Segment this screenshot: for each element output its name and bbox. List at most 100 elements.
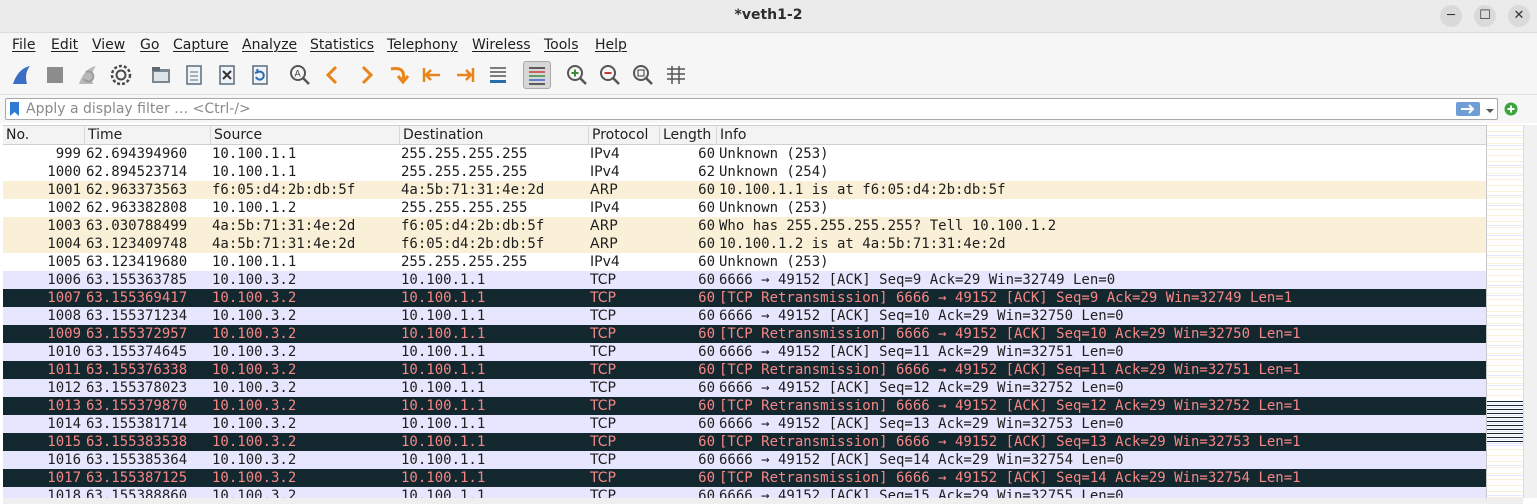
go-forward-icon[interactable] bbox=[352, 61, 380, 89]
vertical-scrollbar[interactable] bbox=[1523, 125, 1537, 498]
packet-row[interactable]: 1013 63.155379870 10.100.3.2 10.100.1.1 TCP 6… bbox=[3, 397, 1486, 415]
packet-info: Unknown (253) bbox=[719, 200, 829, 216]
packet-row[interactable]: 1015 63.155383538 10.100.3.2 10.100.1.1 TCP 6… bbox=[3, 433, 1486, 451]
horizontal-scrollbar[interactable] bbox=[3, 498, 1523, 504]
last-packet-icon[interactable] bbox=[451, 61, 479, 89]
apply-filter-arrow-icon[interactable] bbox=[1456, 102, 1480, 116]
packet-row[interactable]: 1005 63.123419680 10.100.1.1 255.255.255.25… bbox=[3, 253, 1486, 271]
packet-row[interactable]: 1018 63.155388860 10.100.3.2 10.100.1.1 TCP 6… bbox=[3, 487, 1486, 498]
packet-row[interactable]: 1002 62.963382808 10.100.1.2 255.255.255.25… bbox=[3, 199, 1486, 217]
normal-size-icon[interactable] bbox=[629, 61, 657, 89]
packet-time: 63.155388860 bbox=[86, 488, 188, 498]
minimap-stripe bbox=[1487, 485, 1523, 486]
add-filter-button-icon[interactable] bbox=[1504, 102, 1518, 116]
packet-row[interactable]: 1017 63.155387125 10.100.3.2 10.100.1.1 TCP 6… bbox=[3, 469, 1486, 487]
zoom-in-icon[interactable] bbox=[563, 61, 591, 89]
open-folder-icon[interactable] bbox=[147, 61, 175, 89]
menu-view[interactable]: View bbox=[92, 37, 125, 53]
minimap-stripe bbox=[1487, 409, 1523, 410]
packet-row[interactable]: 1006 63.155363785 10.100.3.2 10.100.1.1 TCP 6… bbox=[3, 271, 1486, 289]
shark-fin-start-icon[interactable] bbox=[8, 61, 36, 89]
close-button[interactable]: ✕ bbox=[1508, 5, 1530, 27]
menu-help[interactable]: Help bbox=[595, 37, 627, 53]
stop-square-icon[interactable] bbox=[41, 61, 69, 89]
minimap-stripe bbox=[1487, 281, 1523, 282]
packet-row[interactable]: 1011 63.155376338 10.100.3.2 10.100.1.1 TCP 6… bbox=[3, 361, 1486, 379]
minimap-stripe bbox=[1487, 375, 1523, 376]
minimap-stripe bbox=[1487, 353, 1523, 354]
packet-row[interactable]: 1001 62.963373563 f6:05:d4:2b:db:5f 4a:5b:7… bbox=[3, 181, 1486, 199]
menu-edit[interactable]: Edit bbox=[51, 37, 78, 53]
minimap-stripe bbox=[1487, 363, 1523, 364]
minimap-stripe bbox=[1487, 411, 1523, 412]
packet-row[interactable]: 1000 62.894523714 10.100.1.1 255.255.255.25… bbox=[3, 163, 1486, 181]
capture-options-gear-icon[interactable] bbox=[107, 61, 135, 89]
menu-statistics[interactable]: Statistics bbox=[310, 37, 374, 53]
minimap-stripe bbox=[1487, 335, 1523, 336]
packet-minimap[interactable] bbox=[1486, 125, 1523, 498]
packet-info: [TCP Retransmission] 6666 → 49152 [ACK] … bbox=[719, 470, 1301, 486]
find-packet-icon[interactable]: A bbox=[286, 61, 314, 89]
restart-fin-icon[interactable] bbox=[74, 61, 102, 89]
minimap-stripe bbox=[1487, 459, 1523, 460]
colorize-icon[interactable] bbox=[523, 61, 551, 89]
packet-row[interactable]: 1010 63.155374645 10.100.3.2 10.100.1.1 TCP 6… bbox=[3, 343, 1486, 361]
menu-analyze[interactable]: Analyze bbox=[242, 37, 297, 53]
packet-length: 60 bbox=[698, 416, 715, 432]
packet-time: 63.155371234 bbox=[86, 308, 188, 324]
packet-row[interactable]: 1012 63.155378023 10.100.3.2 10.100.1.1 TCP 6… bbox=[3, 379, 1486, 397]
menu-bar: File Edit View Go Capture Analyze Statis… bbox=[0, 33, 1537, 57]
minimap-stripe bbox=[1487, 403, 1523, 404]
go-to-packet-icon[interactable] bbox=[385, 61, 413, 89]
minimap-stripe bbox=[1487, 377, 1523, 378]
minimap-stripe bbox=[1487, 457, 1523, 458]
filter-history-dropdown-icon[interactable] bbox=[1485, 104, 1495, 114]
minimap-stripe bbox=[1487, 275, 1523, 276]
column-header-info[interactable]: Info bbox=[717, 126, 1486, 145]
minimap-stripe bbox=[1487, 389, 1523, 390]
packet-row[interactable]: 999 62.694394960 10.100.1.1 255.255.255.255… bbox=[3, 145, 1486, 163]
column-header-protocol[interactable]: Protocol bbox=[589, 126, 660, 145]
save-file-icon[interactable] bbox=[180, 61, 208, 89]
zoom-out-icon[interactable] bbox=[596, 61, 624, 89]
column-header-length[interactable]: Length bbox=[660, 126, 717, 145]
menu-telephony[interactable]: Telephony bbox=[387, 37, 458, 53]
packet-time: 63.155378023 bbox=[86, 380, 188, 396]
maximize-button[interactable]: ☐ bbox=[1474, 5, 1496, 27]
packet-row[interactable]: 1014 63.155381714 10.100.3.2 10.100.1.1 TCP 6… bbox=[3, 415, 1486, 433]
packet-row[interactable]: 1004 63.123409748 4a:5b:71:31:4e:2d f6:05:d… bbox=[3, 235, 1486, 253]
column-header-destination[interactable]: Destination bbox=[400, 126, 589, 145]
minimap-stripe bbox=[1487, 295, 1523, 296]
column-header-source[interactable]: Source bbox=[211, 126, 400, 145]
menu-tools[interactable]: Tools bbox=[544, 37, 579, 53]
menu-wireless[interactable]: Wireless bbox=[472, 37, 531, 53]
minimap-stripe bbox=[1487, 481, 1523, 482]
autoscroll-icon[interactable] bbox=[484, 61, 512, 89]
minimap-stripe bbox=[1487, 431, 1523, 432]
packet-destination: 10.100.1.1 bbox=[401, 488, 486, 498]
go-back-icon[interactable] bbox=[319, 61, 347, 89]
packet-destination: 10.100.1.1 bbox=[401, 380, 486, 396]
reload-icon[interactable] bbox=[246, 61, 274, 89]
close-file-icon[interactable] bbox=[213, 61, 241, 89]
column-header-no[interactable]: No. bbox=[3, 126, 85, 145]
minimize-button[interactable]: ─ bbox=[1440, 5, 1462, 27]
packet-row[interactable]: 1007 63.155369417 10.100.3.2 10.100.1.1 TCP 6… bbox=[3, 289, 1486, 307]
packet-row[interactable]: 1008 63.155371234 10.100.3.2 10.100.1.1 TCP 6… bbox=[3, 307, 1486, 325]
packet-source: 10.100.3.2 bbox=[212, 380, 297, 396]
minimap-stripe bbox=[1487, 381, 1523, 382]
menu-go[interactable]: Go bbox=[140, 37, 159, 53]
packet-source: 10.100.1.1 bbox=[212, 146, 297, 162]
display-filter-input[interactable] bbox=[26, 99, 1446, 119]
packet-row[interactable]: 1009 63.155372957 10.100.3.2 10.100.1.1 TCP 6… bbox=[3, 325, 1486, 343]
packet-protocol: IPv4 bbox=[590, 146, 620, 162]
column-header-time[interactable]: Time bbox=[85, 126, 211, 145]
menu-file[interactable]: File bbox=[12, 37, 35, 53]
resize-columns-icon[interactable] bbox=[662, 61, 690, 89]
first-packet-icon[interactable] bbox=[418, 61, 446, 89]
packet-row[interactable]: 1016 63.155385364 10.100.3.2 10.100.1.1 TCP 6… bbox=[3, 451, 1486, 469]
packet-info: [TCP Retransmission] 6666 → 49152 [ACK] … bbox=[719, 434, 1301, 450]
packet-row[interactable]: 1003 63.030788499 4a:5b:71:31:4e:2d f6:05:d… bbox=[3, 217, 1486, 235]
bookmark-icon[interactable] bbox=[10, 102, 19, 116]
menu-capture[interactable]: Capture bbox=[173, 37, 229, 53]
